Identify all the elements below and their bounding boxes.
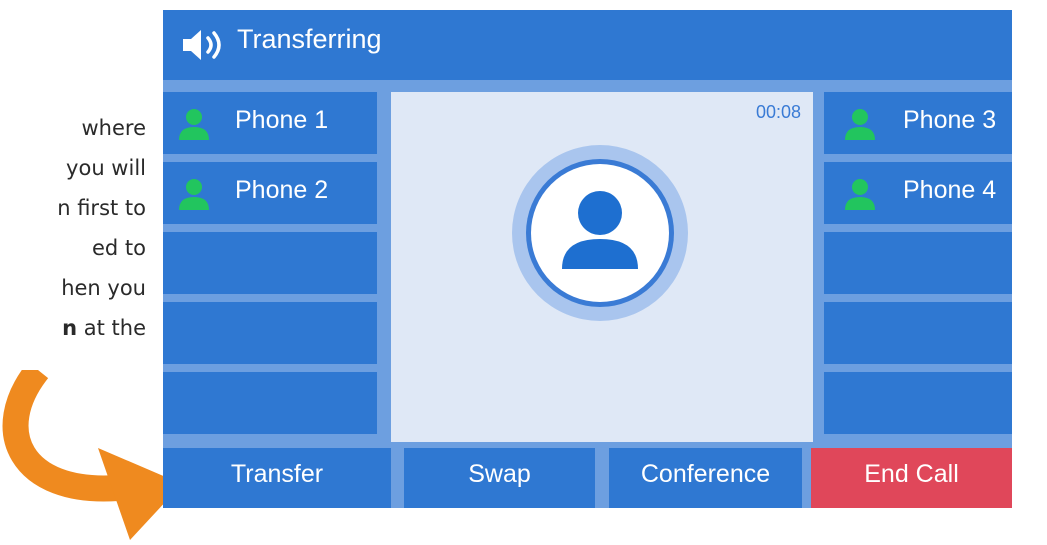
speaker-icon xyxy=(183,30,221,60)
title-bar: Transferring xyxy=(163,10,1012,80)
avatar xyxy=(512,145,688,321)
line-key-empty[interactable] xyxy=(163,232,377,294)
contact-online-icon xyxy=(179,109,209,140)
line-key-empty[interactable] xyxy=(824,232,1012,294)
line-key-phone-3[interactable]: Phone 3 xyxy=(824,92,1012,154)
line-key-empty[interactable] xyxy=(163,302,377,364)
instruction-line: ed to xyxy=(91,236,146,260)
line-key-empty[interactable] xyxy=(824,302,1012,364)
transfer-button[interactable]: Transfer xyxy=(163,448,391,508)
phone-screen: Transferring Phone 1 Phone 2 00:08 Phone… xyxy=(163,10,1012,508)
contact-online-icon xyxy=(845,109,875,140)
instruction-line: where xyxy=(81,116,147,140)
page-title: Transferring xyxy=(237,24,382,54)
line-key-label: Phone 1 xyxy=(235,106,329,134)
line-key-empty[interactable] xyxy=(163,372,377,434)
line-key-label: Phone 4 xyxy=(903,176,997,204)
contact-online-icon xyxy=(179,179,209,210)
line-key-phone-2[interactable]: Phone 2 xyxy=(163,162,377,224)
line-key-phone-4[interactable]: Phone 4 xyxy=(824,162,1012,224)
call-timer: 00:08 xyxy=(755,102,801,122)
instruction-line: hen you xyxy=(61,276,146,300)
swap-button[interactable]: Swap xyxy=(404,448,595,508)
call-info-panel: 00:08 xyxy=(391,92,813,442)
end-call-button[interactable]: End Call xyxy=(811,448,1012,508)
contact-online-icon xyxy=(845,179,875,210)
line-key-empty[interactable] xyxy=(824,372,1012,434)
line-key-phone-1[interactable]: Phone 1 xyxy=(163,92,377,154)
line-key-label: Phone 3 xyxy=(903,106,997,134)
instruction-line: you will xyxy=(66,156,146,180)
line-key-label: Phone 2 xyxy=(235,176,329,204)
instruction-line: n first to xyxy=(57,196,146,220)
instruction-line: n at the xyxy=(62,316,146,340)
conference-button[interactable]: Conference xyxy=(609,448,802,508)
